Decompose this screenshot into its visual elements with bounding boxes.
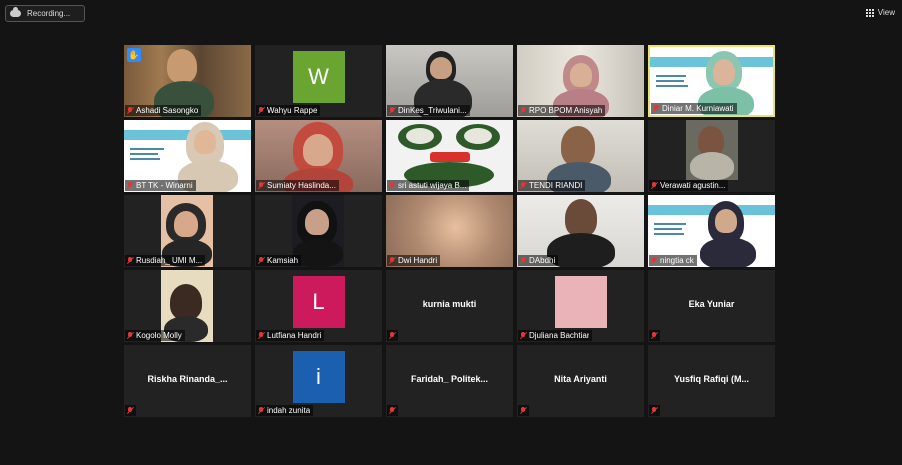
participant-name-label: Diniar M. Kurniawati bbox=[651, 103, 737, 114]
muted-mic-icon bbox=[651, 331, 657, 340]
participant-tile[interactable]: sri astuti wijaya B... bbox=[386, 120, 513, 192]
participant-tile[interactable]: Kamsiah bbox=[255, 195, 382, 267]
avatar: W bbox=[292, 51, 345, 103]
muted-mic-icon bbox=[520, 331, 526, 340]
muted-mic-icon bbox=[520, 406, 526, 415]
participant-name-label: TENDI RIANDI bbox=[518, 180, 586, 191]
muted-mic-icon bbox=[389, 406, 395, 415]
participant-display-name: Faridah_ Politek... bbox=[410, 374, 489, 384]
muted-mic-icon bbox=[258, 256, 264, 265]
participant-tile[interactable]: Yusfiq Rafiqi (M... bbox=[648, 345, 775, 417]
muted-mic-icon bbox=[651, 406, 657, 415]
muted-mic-icon bbox=[258, 331, 264, 340]
muted-mic-icon bbox=[127, 406, 133, 415]
participant-tile[interactable]: W Wahyu Rappe bbox=[255, 45, 382, 117]
recording-label: Recording... bbox=[27, 9, 71, 18]
participant-name-label: sri astuti wijaya B... bbox=[387, 180, 470, 191]
muted-mic-icon bbox=[258, 406, 264, 415]
participant-name-label: Djuliana Bachtiar bbox=[518, 330, 593, 341]
participant-name-label bbox=[518, 405, 529, 416]
participant-tile[interactable]: Dwi Handri bbox=[386, 195, 513, 267]
participant-name-label: Kogolo Molly bbox=[125, 330, 185, 341]
avatar bbox=[554, 276, 607, 328]
participant-name-label bbox=[649, 330, 660, 341]
participant-name-label: RPO BPOM Anisyah bbox=[518, 105, 606, 116]
participant-name-label: Lutfiana Handri bbox=[256, 330, 325, 341]
participant-tile[interactable]: DAbdhi bbox=[517, 195, 644, 267]
participant-display-name: Yusfiq Rafiqi (M... bbox=[673, 374, 749, 384]
participant-tile[interactable]: RPO BPOM Anisyah bbox=[517, 45, 644, 117]
participant-tile[interactable]: Nita Ariyanti bbox=[517, 345, 644, 417]
participant-tile[interactable]: ✋ Ashadi Sasongko bbox=[124, 45, 251, 117]
participant-tile[interactable]: ningtia ck bbox=[648, 195, 775, 267]
participant-name-label: Ashadi Sasongko bbox=[125, 105, 202, 116]
muted-mic-icon bbox=[127, 181, 133, 190]
muted-mic-icon bbox=[389, 331, 395, 340]
participant-name-label bbox=[125, 405, 136, 416]
recording-indicator[interactable]: Recording... bbox=[5, 5, 85, 22]
muted-mic-icon bbox=[127, 106, 133, 115]
muted-mic-icon bbox=[653, 104, 659, 113]
muted-mic-icon bbox=[389, 106, 395, 115]
avatar: L bbox=[292, 276, 345, 328]
participant-name-label: Wahyu Rappe bbox=[256, 105, 321, 116]
raised-hand-icon: ✋ bbox=[127, 48, 141, 62]
participant-tile[interactable]: kurnia mukti bbox=[386, 270, 513, 342]
participant-name-label: Rusdiah_ UMI M... bbox=[125, 255, 206, 266]
muted-mic-icon bbox=[651, 256, 657, 265]
participant-name-label: Dwi Handri bbox=[387, 255, 441, 266]
view-button[interactable]: View bbox=[865, 8, 895, 17]
participant-name-label bbox=[649, 405, 660, 416]
participant-name-label: indah zunita bbox=[256, 405, 314, 416]
muted-mic-icon bbox=[389, 256, 395, 265]
participant-tile[interactable]: i indah zunita bbox=[255, 345, 382, 417]
muted-mic-icon bbox=[127, 331, 133, 340]
grid-view-icon bbox=[865, 8, 874, 17]
cloud-recording-icon bbox=[10, 7, 21, 17]
participant-tile[interactable]: Riskha Rinanda_... bbox=[124, 345, 251, 417]
participant-name-label: Verawati agustin... bbox=[649, 180, 729, 191]
participant-display-name: Riskha Rinanda_... bbox=[147, 374, 228, 384]
participant-tile[interactable]: Kogolo Molly bbox=[124, 270, 251, 342]
participant-name-label bbox=[387, 330, 398, 341]
participant-name-label bbox=[387, 405, 398, 416]
participant-tile[interactable]: Faridah_ Politek... bbox=[386, 345, 513, 417]
participant-tile[interactable]: Verawati agustin... bbox=[648, 120, 775, 192]
view-label: View bbox=[877, 8, 895, 17]
muted-mic-icon bbox=[520, 106, 526, 115]
participant-display-name: Eka Yuniar bbox=[688, 299, 735, 309]
participant-name-label: Sumiaty Haslinda... bbox=[256, 180, 339, 191]
muted-mic-icon bbox=[651, 181, 657, 190]
participant-tile-active-speaker[interactable]: Diniar M. Kurniawati bbox=[648, 45, 775, 117]
participant-tile[interactable]: Sumiaty Haslinda... bbox=[255, 120, 382, 192]
participant-name-label: Kamsiah bbox=[256, 255, 302, 266]
muted-mic-icon bbox=[258, 181, 264, 190]
muted-mic-icon bbox=[520, 256, 526, 265]
muted-mic-icon bbox=[127, 256, 133, 265]
participant-name-label: DinKes_Triwulani... bbox=[387, 105, 470, 116]
participant-tile[interactable]: Rusdiah_ UMI M... bbox=[124, 195, 251, 267]
participant-tile[interactable]: TENDI RIANDI bbox=[517, 120, 644, 192]
participant-name-label: DAbdhi bbox=[518, 255, 559, 266]
muted-mic-icon bbox=[389, 181, 395, 190]
participant-tile[interactable]: Eka Yuniar bbox=[648, 270, 775, 342]
participant-display-name: kurnia mukti bbox=[422, 299, 477, 309]
participant-display-name: Nita Ariyanti bbox=[554, 374, 607, 384]
participant-name-label: ningtia ck bbox=[649, 255, 697, 266]
muted-mic-icon bbox=[520, 181, 526, 190]
participant-tile[interactable]: Djuliana Bachtiar bbox=[517, 270, 644, 342]
muted-mic-icon bbox=[258, 106, 264, 115]
participant-tile[interactable]: BT TK - Winarni bbox=[124, 120, 251, 192]
participant-tile[interactable]: L Lutfiana Handri bbox=[255, 270, 382, 342]
participant-name-label: BT TK - Winarni bbox=[125, 180, 196, 191]
gallery-grid: ✋ Ashadi Sasongko W Wahyu Rappe DinKes_T… bbox=[124, 45, 775, 417]
participant-tile[interactable]: DinKes_Triwulani... bbox=[386, 45, 513, 117]
avatar: i bbox=[292, 351, 345, 403]
